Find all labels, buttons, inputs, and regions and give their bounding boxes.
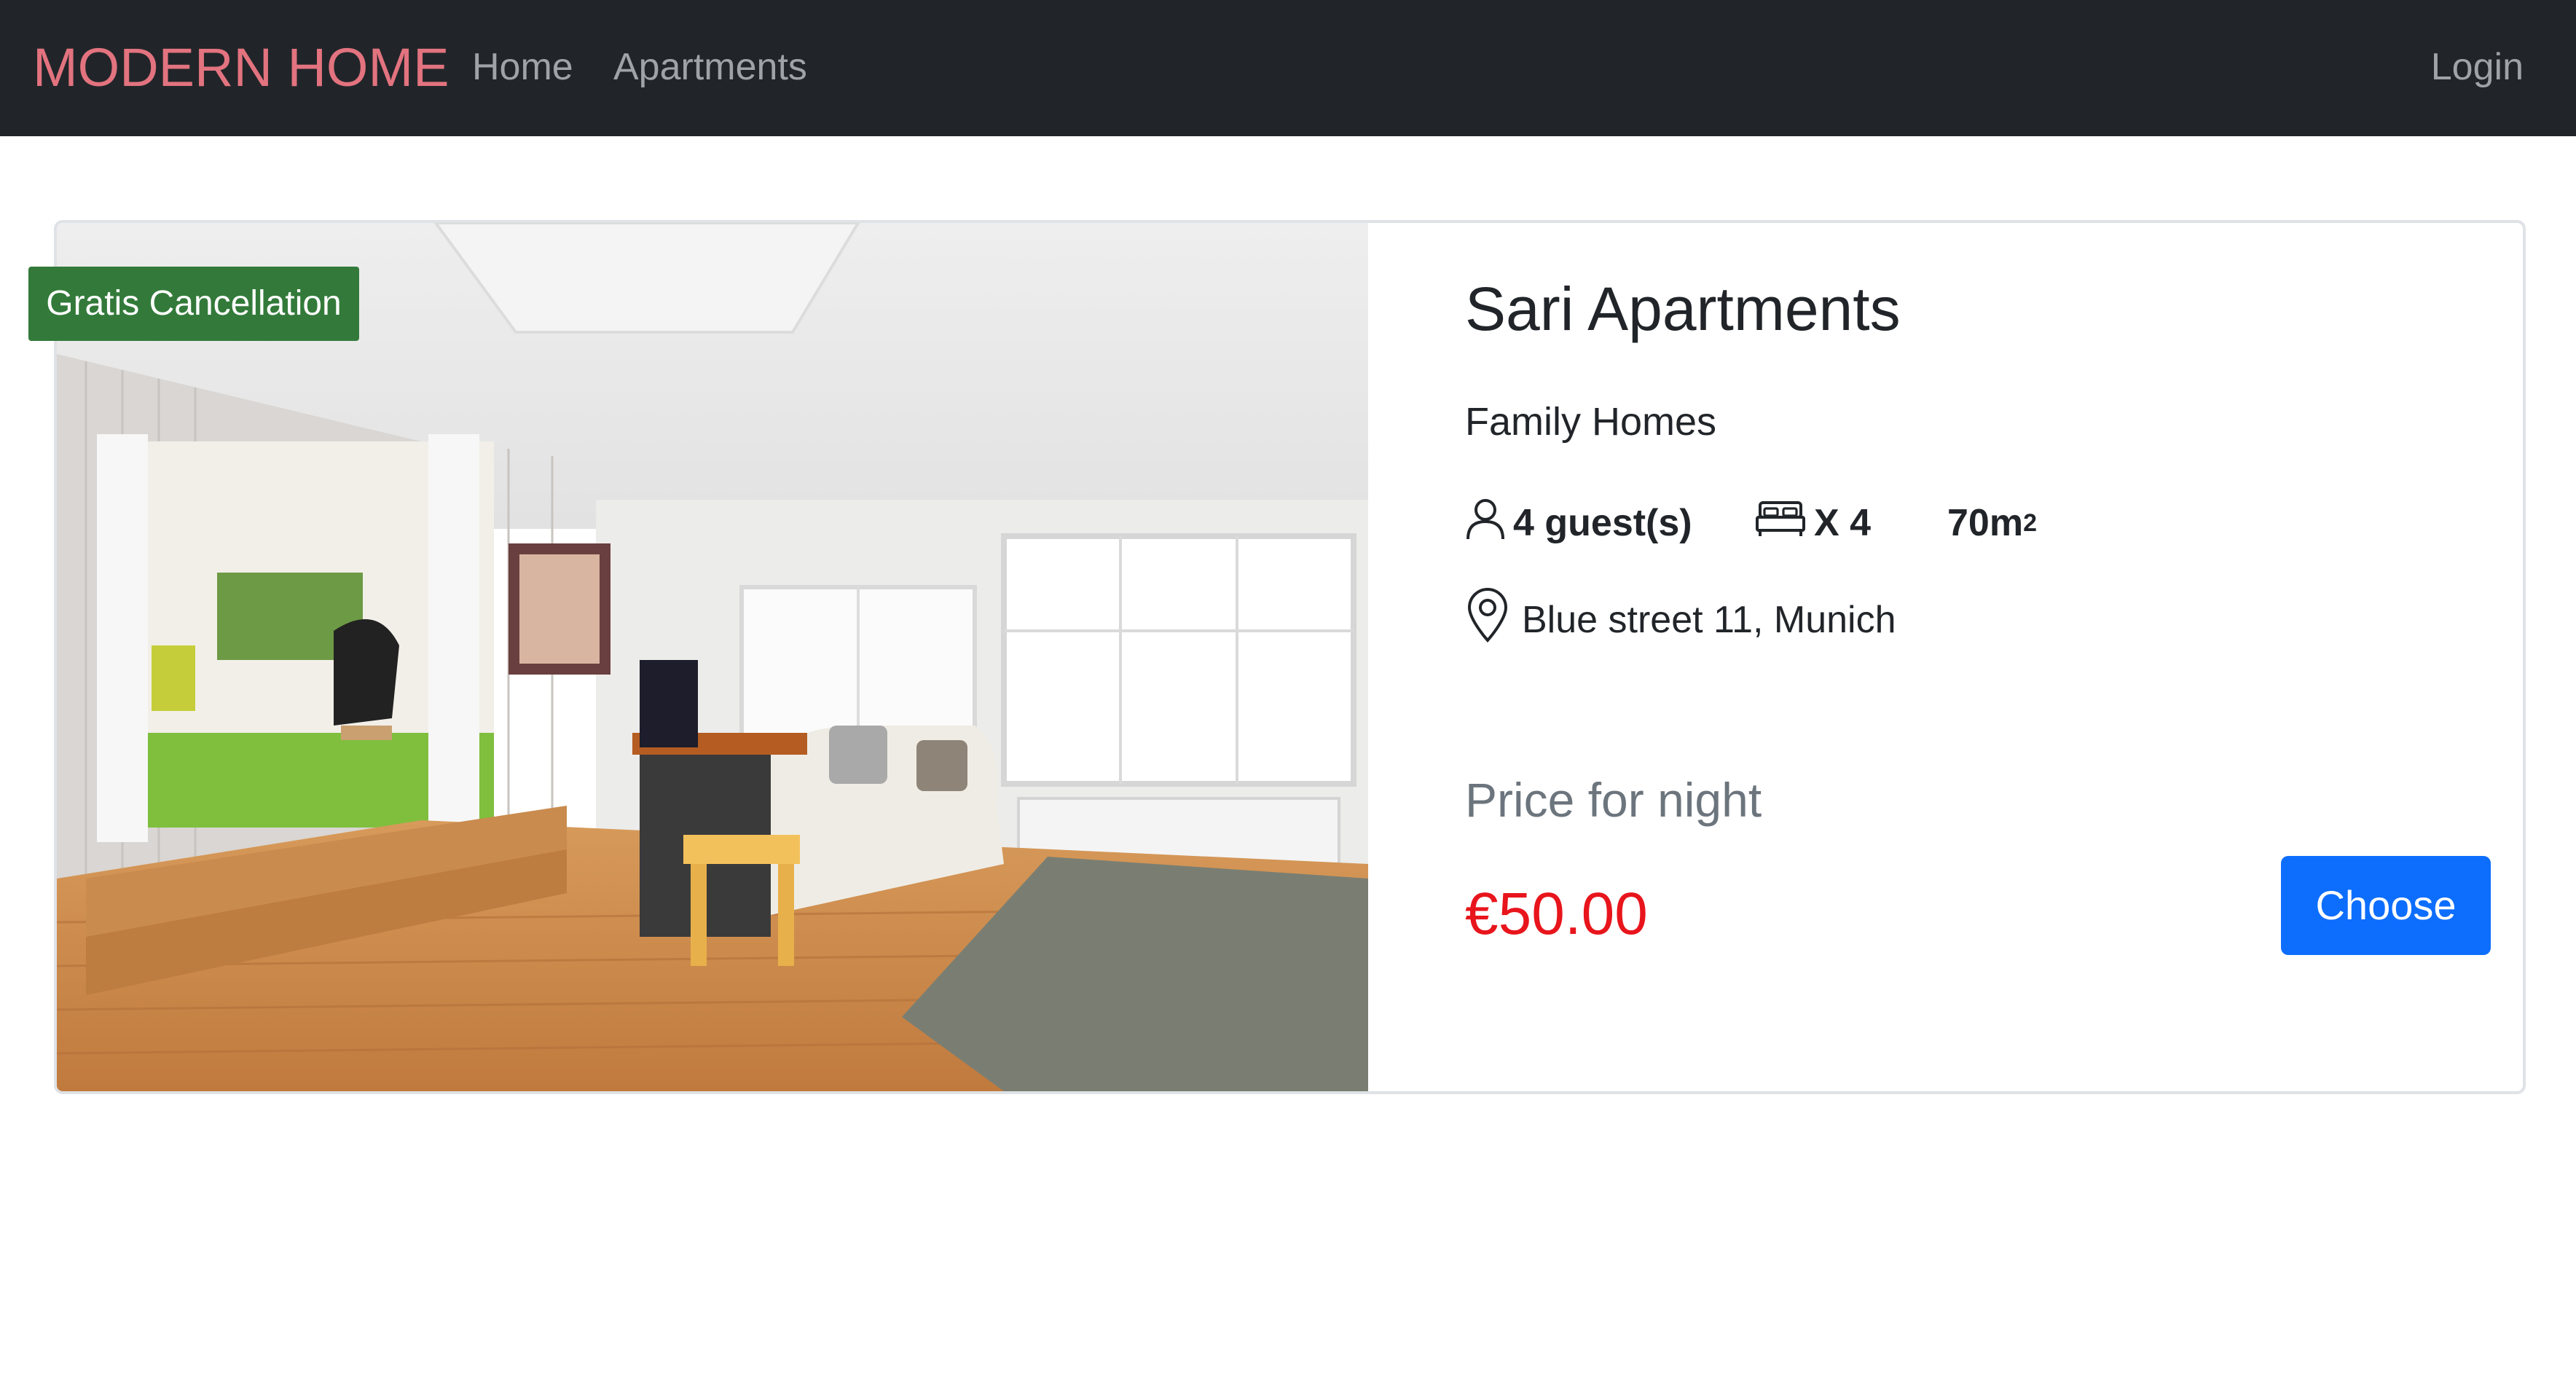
nav-link-home[interactable]: Home	[472, 44, 573, 90]
apartment-details: Sari Apartments Family Homes 4 guest(s)	[1368, 223, 2526, 1091]
size-text: 70m	[1947, 502, 2024, 544]
person-icon	[1465, 497, 1513, 550]
apartment-card: Sari Apartments Family Homes 4 guest(s)	[54, 220, 2526, 1094]
guests-text: 4 guest(s)	[1513, 502, 1692, 544]
login-link[interactable]: Login	[2431, 44, 2524, 90]
bed-icon	[1754, 498, 1814, 549]
address-text: Blue street 11, Munich	[1522, 599, 1896, 641]
beds-text: X 4	[1814, 502, 1872, 544]
apartment-address: Blue street 11, Munich	[1465, 587, 1896, 653]
beds-feature: X 4	[1754, 494, 1871, 552]
brand-logo[interactable]: MODERN HOME	[33, 35, 449, 101]
apartment-title: Sari Apartments	[1465, 275, 1901, 343]
top-navbar: MODERN HOME Home Apartments Login	[0, 0, 2576, 136]
size-feature: 70m 2	[1947, 502, 2037, 544]
price-value: €50.00	[1465, 881, 1648, 947]
choose-button[interactable]: Choose	[2281, 856, 2491, 955]
gratis-cancellation-badge: Gratis Cancellation	[28, 267, 359, 341]
apartment-category: Family Homes	[1465, 400, 1717, 444]
guests-feature: 4 guest(s)	[1465, 494, 1692, 552]
price-label: Price for night	[1465, 773, 1762, 827]
apartment-features: 4 guest(s) X 4 70m 2	[1465, 494, 2339, 552]
apartment-photo	[57, 223, 1368, 1091]
map-pin-icon	[1465, 587, 1522, 653]
nav-link-apartments[interactable]: Apartments	[613, 44, 807, 90]
